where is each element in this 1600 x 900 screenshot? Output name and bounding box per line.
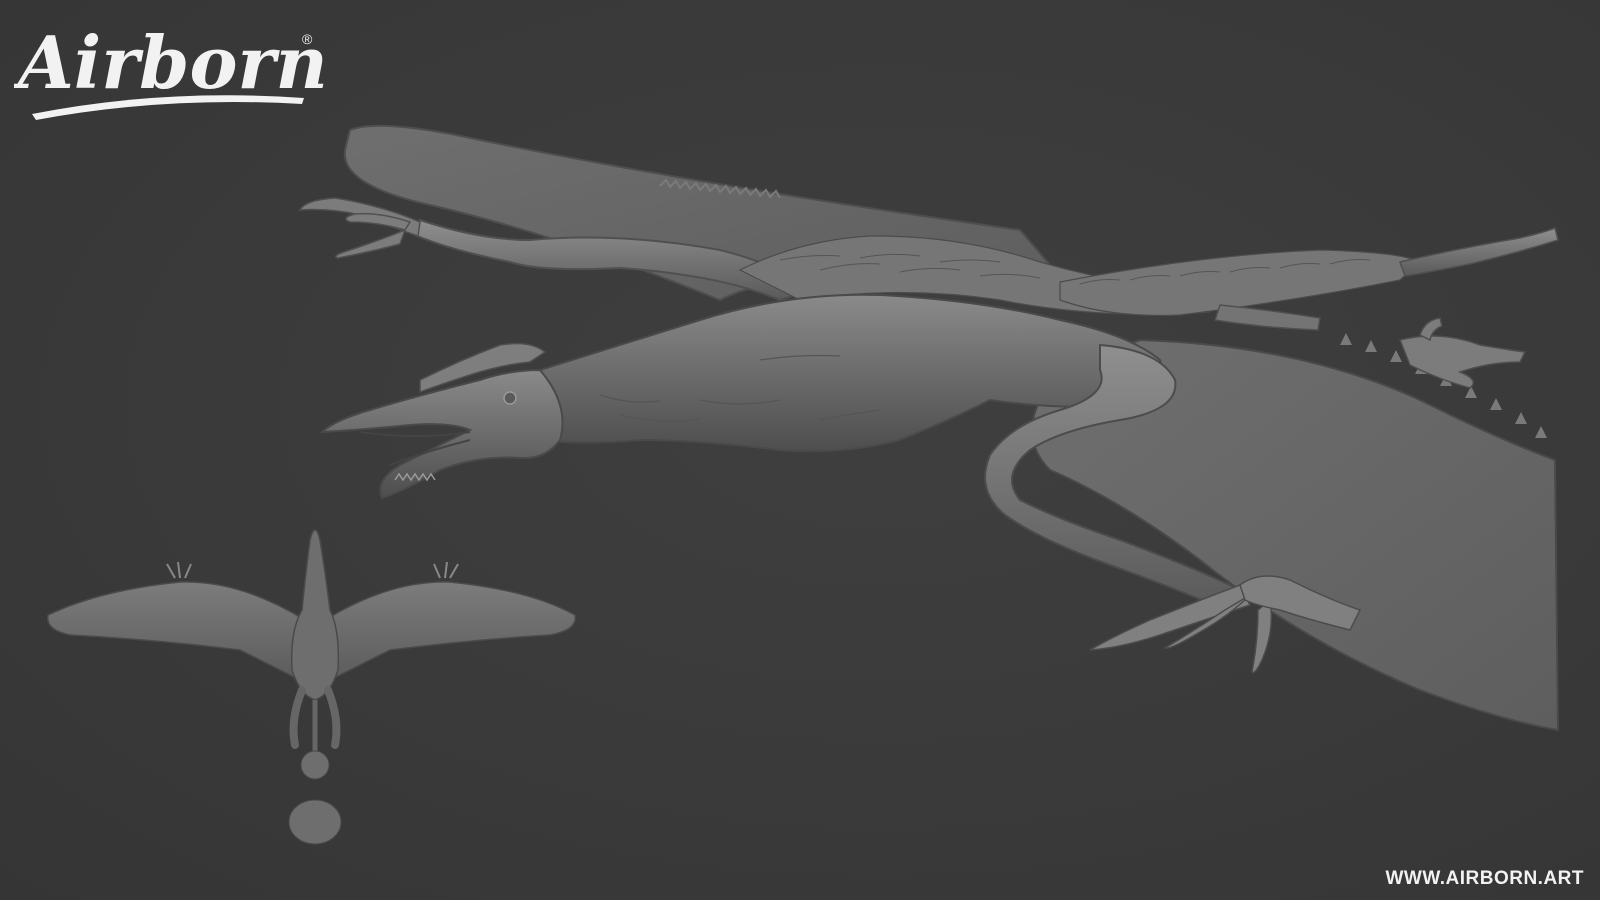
far-hand-claws [298, 197, 421, 259]
top-view-left-wing [46, 581, 306, 682]
top-view-body [290, 529, 340, 701]
pterosaur-top-view [46, 529, 577, 845]
top-view-tail-vane-1 [300, 750, 330, 780]
tail [1399, 226, 1559, 277]
near-foot-upper [1398, 317, 1527, 389]
head [319, 368, 564, 500]
eye [503, 391, 517, 405]
website-url: WWW.AIRBORN.ART [1385, 868, 1584, 889]
top-view-right-hand [433, 561, 459, 579]
top-view-left-hand [166, 561, 192, 579]
far-leg [1214, 304, 1321, 331]
top-view-right-wing [324, 581, 577, 682]
render-canvas: Airborn ® WWW.AIRBORN.ART [0, 0, 1600, 900]
top-view-tail-vane-2 [288, 799, 342, 845]
